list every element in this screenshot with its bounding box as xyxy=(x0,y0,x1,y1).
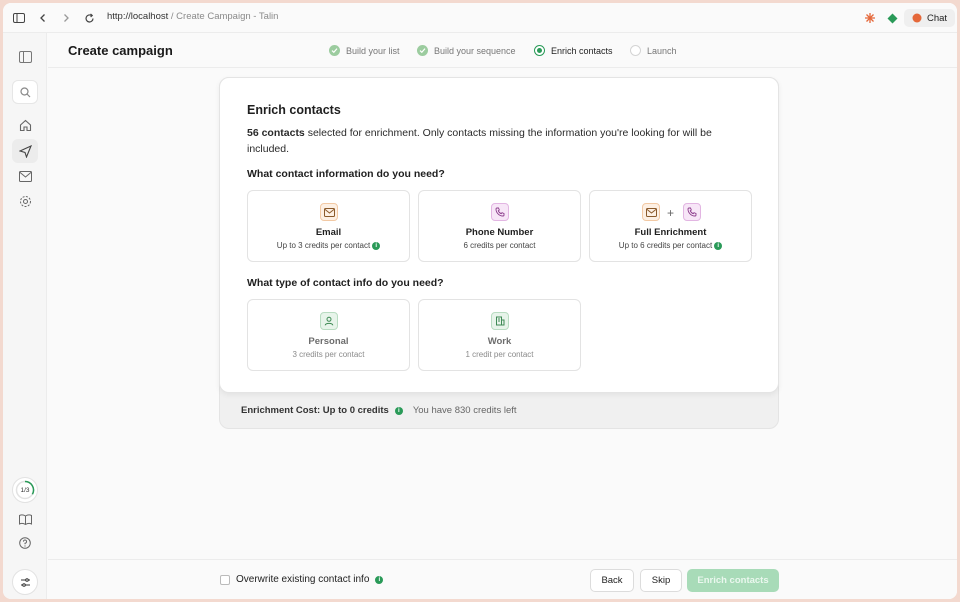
option-name: Full Enrichment xyxy=(634,227,707,238)
info-icon[interactable]: i xyxy=(372,241,381,250)
step-label: Launch xyxy=(647,45,677,56)
option-name: Phone Number xyxy=(465,227,534,238)
page-header: Create campaign Build your list Build yo… xyxy=(48,33,957,68)
gear-icon[interactable] xyxy=(12,189,38,213)
option-credits: Up to 3 credits per contact xyxy=(276,241,371,250)
overwrite-text: Overwrite existing contact info xyxy=(236,574,370,585)
browser-toolbar: http://localhost / Create Campaign - Tal… xyxy=(3,3,957,33)
step-label: Build your sequence xyxy=(434,45,516,56)
step-launch[interactable]: Launch xyxy=(630,45,677,56)
question-contact-type: What type of contact info do you need? xyxy=(247,277,444,289)
enrich-card: Enrich contacts 56 contacts selected for… xyxy=(219,77,779,393)
send-icon[interactable] xyxy=(12,139,38,163)
address-bar[interactable]: http://localhost / Create Campaign - Tal… xyxy=(107,11,278,22)
url-host: http://localhost xyxy=(107,11,169,22)
progress-label: 1/3 xyxy=(20,486,30,494)
credits-left: You have 830 credits left xyxy=(412,405,517,416)
option-full-enrichment[interactable]: + Full Enrichment Up to 6 credits per co… xyxy=(589,190,752,262)
option-credits: 3 credits per contact xyxy=(292,350,365,359)
option-name: Work xyxy=(487,336,512,347)
app-window: http://localhost / Create Campaign - Tal… xyxy=(3,3,957,599)
building-icon xyxy=(491,312,509,330)
step-label: Enrich contacts xyxy=(551,45,613,56)
overwrite-label[interactable]: Overwrite existing contact info i xyxy=(236,574,384,585)
help-icon[interactable] xyxy=(12,531,38,555)
option-credits: 6 credits per contact xyxy=(463,241,536,250)
mail-icon xyxy=(642,203,660,221)
reload-icon[interactable] xyxy=(82,11,96,25)
option-credits: Up to 6 credits per contact xyxy=(618,241,713,250)
check-icon xyxy=(417,45,428,56)
option-credits: 1 credit per contact xyxy=(465,350,534,359)
info-icon[interactable]: i xyxy=(714,241,723,250)
back-icon[interactable] xyxy=(36,11,50,25)
chat-button[interactable]: Chat xyxy=(904,9,956,27)
overwrite-checkbox[interactable] xyxy=(220,575,230,585)
cost-summary: Enrichment Cost: Up to 0 credits i You h… xyxy=(241,405,517,416)
step-build-list[interactable]: Build your list xyxy=(329,45,400,56)
card-description: 56 contacts selected for enrichment. Onl… xyxy=(247,125,747,157)
option-work[interactable]: Work 1 credit per contact xyxy=(418,299,581,371)
chat-bubble-icon xyxy=(912,13,922,23)
forward-icon[interactable] xyxy=(59,11,73,25)
option-email[interactable]: Email Up to 3 credits per contact i xyxy=(247,190,410,262)
back-button[interactable]: Back xyxy=(590,569,634,592)
sidebar-toggle-icon[interactable] xyxy=(12,11,26,25)
panel-icon[interactable] xyxy=(12,45,38,69)
footer-bar xyxy=(48,559,957,599)
mail-icon xyxy=(320,203,338,221)
info-icon[interactable]: i xyxy=(375,575,384,584)
book-icon[interactable] xyxy=(12,507,38,531)
check-icon xyxy=(329,45,340,56)
page-title: Create campaign xyxy=(68,43,173,58)
chat-label: Chat xyxy=(927,12,948,24)
skip-button[interactable]: Skip xyxy=(640,569,682,592)
option-sub: Up to 6 credits per contact i xyxy=(590,241,751,250)
option-phone[interactable]: Phone Number 6 credits per contact xyxy=(418,190,581,262)
step-enrich-contacts[interactable]: Enrich contacts xyxy=(534,45,613,56)
plus-sign: + xyxy=(667,206,675,220)
phone-icon xyxy=(683,203,701,221)
phone-icon xyxy=(491,203,509,221)
current-step-icon xyxy=(534,45,545,56)
cost-label: Enrichment Cost: Up to 0 credits xyxy=(241,405,389,416)
option-name: Email xyxy=(315,227,342,238)
option-personal[interactable]: Personal 3 credits per contact xyxy=(247,299,410,371)
question-contact-info: What contact information do you need? xyxy=(247,168,445,180)
diamond-icon[interactable] xyxy=(885,11,899,25)
info-icon[interactable]: i xyxy=(394,406,403,415)
search-icon[interactable] xyxy=(12,80,38,104)
home-icon[interactable] xyxy=(12,113,38,137)
url-title: / Create Campaign - Talin xyxy=(168,11,279,22)
description-text: selected for enrichment. Only contacts m… xyxy=(247,127,712,155)
card-title: Enrich contacts xyxy=(247,103,341,117)
sparkle-icon[interactable] xyxy=(863,11,877,25)
sidebar: 1/3 xyxy=(3,33,47,599)
settings-sliders-icon[interactable] xyxy=(12,569,38,595)
option-sub: Up to 3 credits per contact i xyxy=(248,241,409,250)
contact-count: 56 contacts xyxy=(247,127,305,139)
person-icon xyxy=(320,312,338,330)
onboarding-progress[interactable]: 1/3 xyxy=(12,477,38,503)
enrich-contacts-button[interactable]: Enrich contacts xyxy=(687,569,779,592)
option-name: Personal xyxy=(308,336,349,347)
mail-icon[interactable] xyxy=(12,164,38,188)
step-label: Build your list xyxy=(346,45,400,56)
step-build-sequence[interactable]: Build your sequence xyxy=(417,45,516,56)
pending-step-icon xyxy=(630,45,641,56)
